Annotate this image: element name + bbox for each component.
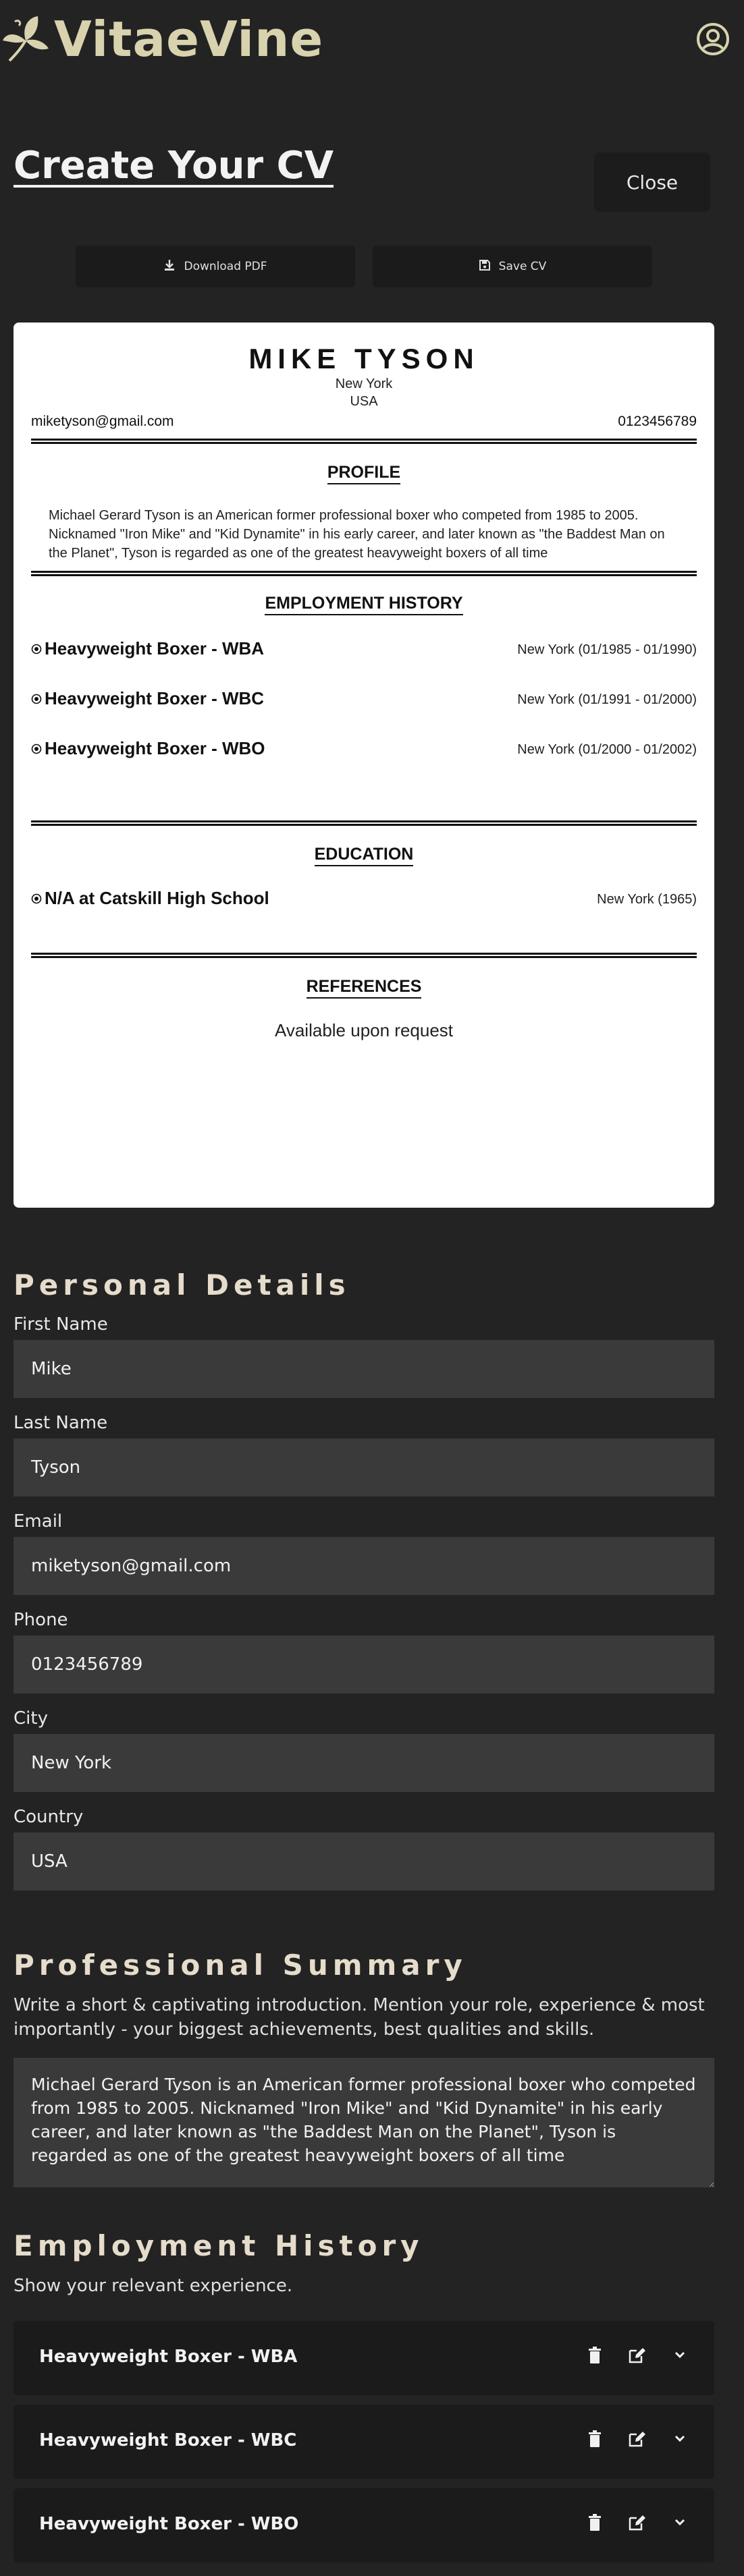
trash-icon[interactable] (585, 2429, 605, 2449)
professional-summary-description: Write a short & captivating introduction… (14, 1995, 705, 2040)
country-input[interactable] (14, 1832, 714, 1891)
cv-employment-entry: Heavyweight Boxer - WBC New York (01/199… (31, 688, 697, 711)
cv-entry-title: Heavyweight Boxer - WBO (31, 738, 265, 759)
close-button[interactable]: Close (594, 152, 710, 212)
email-label: Email (14, 1511, 63, 1532)
trash-icon[interactable] (585, 2513, 605, 2533)
divider (31, 439, 697, 444)
cv-entry-title-text: Heavyweight Boxer - WBC (45, 688, 265, 708)
cv-email: miketyson@gmail.com (31, 414, 174, 429)
cv-employment-title-text: EMPLOYMENT HISTORY (265, 594, 463, 615)
professional-summary-heading: Professional Summary (14, 1949, 467, 1982)
cv-entry-title: N/A at Catskill High School (31, 888, 269, 909)
page-title: Create Your CV (14, 144, 334, 188)
floppy-disk-icon (479, 259, 491, 275)
download-icon (163, 259, 176, 275)
cv-profile-title: PROFILE (14, 463, 714, 484)
chevron-down-icon[interactable] (670, 2513, 690, 2533)
professional-summary-textarea[interactable]: Michael Gerard Tyson is an American form… (14, 2058, 714, 2187)
target-circle-icon (31, 688, 42, 709)
employment-item-title: Heavyweight Boxer - WBA (39, 2347, 298, 2367)
divider (31, 820, 697, 826)
employment-history-heading: Employment History (14, 2229, 424, 2262)
edit-icon[interactable] (627, 2345, 647, 2365)
country-label: Country (14, 1807, 84, 1827)
cv-city: New York (335, 376, 393, 391)
email-input[interactable] (14, 1537, 714, 1595)
top-bar: VitaeVine (0, 0, 744, 81)
cv-entry-meta: New York (01/1985 - 01/1990) (517, 642, 697, 657)
employment-item-title: Heavyweight Boxer - WBO (39, 2514, 299, 2534)
chevron-down-icon[interactable] (670, 2429, 690, 2449)
cv-employment-title: EMPLOYMENT HISTORY (14, 594, 714, 615)
user-circle-icon[interactable] (695, 22, 730, 57)
cv-profile-title-text: PROFILE (327, 463, 401, 484)
edit-icon[interactable] (627, 2429, 647, 2449)
cv-references-text: Available upon request (274, 1020, 454, 1040)
download-pdf-label: Download PDF (184, 260, 267, 273)
first-name-label: First Name (14, 1314, 108, 1335)
target-circle-icon (31, 638, 42, 659)
app-title: VitaeVine (54, 11, 324, 67)
cv-education-title-text: EDUCATION (314, 845, 414, 866)
cv-employment-entry: Heavyweight Boxer - WBA New York (01/198… (31, 638, 697, 661)
cv-entry-meta: New York (01/2000 - 01/2002) (517, 742, 697, 757)
cv-entry-title-text: Heavyweight Boxer - WBO (45, 738, 265, 758)
cv-employment-entry: Heavyweight Boxer - WBO New York (01/200… (31, 738, 697, 761)
target-circle-icon (31, 888, 42, 909)
cv-country: USA (350, 394, 378, 409)
cv-entry-title-text: Heavyweight Boxer - WBA (45, 638, 265, 659)
employment-item[interactable]: Heavyweight Boxer - WBC (14, 2405, 714, 2479)
cv-references-title: REFERENCES (14, 977, 714, 999)
phone-input[interactable] (14, 1635, 714, 1693)
cv-name: MIKE TYSON (248, 343, 479, 374)
cv-summary: Michael Gerard Tyson is an American form… (49, 508, 665, 561)
phone-label: Phone (14, 1610, 68, 1630)
personal-details-heading: Personal Details (14, 1268, 350, 1301)
cv-preview: MIKE TYSON New York USA miketyson@gmail.… (14, 323, 714, 1208)
vine-leaf-icon (1, 11, 50, 67)
trash-icon[interactable] (585, 2345, 605, 2365)
save-cv-label: Save CV (498, 260, 547, 273)
save-cv-button[interactable]: Save CV (373, 246, 652, 287)
employment-item-title: Heavyweight Boxer - WBC (39, 2430, 297, 2451)
cv-references-title-text: REFERENCES (306, 977, 422, 999)
cv-entry-title: Heavyweight Boxer - WBC (31, 688, 264, 709)
employment-item[interactable]: Heavyweight Boxer - WBA (14, 2321, 714, 2395)
city-label: City (14, 1708, 48, 1729)
target-circle-icon (31, 738, 42, 759)
last-name-input[interactable] (14, 1438, 714, 1496)
city-input[interactable] (14, 1734, 714, 1792)
first-name-input[interactable] (14, 1340, 714, 1398)
cv-entry-title-text: N/A at Catskill High School (45, 888, 269, 908)
cv-entry-meta: New York (01/1991 - 01/2000) (517, 692, 697, 707)
cv-education-title: EDUCATION (14, 845, 714, 866)
employment-history-description: Show your relevant experience. (14, 2276, 293, 2296)
cv-entry-title: Heavyweight Boxer - WBA (31, 638, 264, 659)
logo[interactable]: VitaeVine (1, 11, 323, 67)
download-pdf-button[interactable]: Download PDF (76, 246, 355, 287)
cv-phone: 0123456789 (618, 414, 697, 429)
cv-entry-meta: New York (1965) (597, 892, 697, 907)
divider (31, 571, 697, 576)
employment-item[interactable]: Heavyweight Boxer - WBO (14, 2488, 714, 2563)
cv-education-entry: N/A at Catskill High School New York (19… (31, 888, 697, 911)
chevron-down-icon[interactable] (670, 2345, 690, 2365)
edit-icon[interactable] (627, 2513, 647, 2533)
divider (31, 953, 697, 958)
last-name-label: Last Name (14, 1413, 108, 1433)
